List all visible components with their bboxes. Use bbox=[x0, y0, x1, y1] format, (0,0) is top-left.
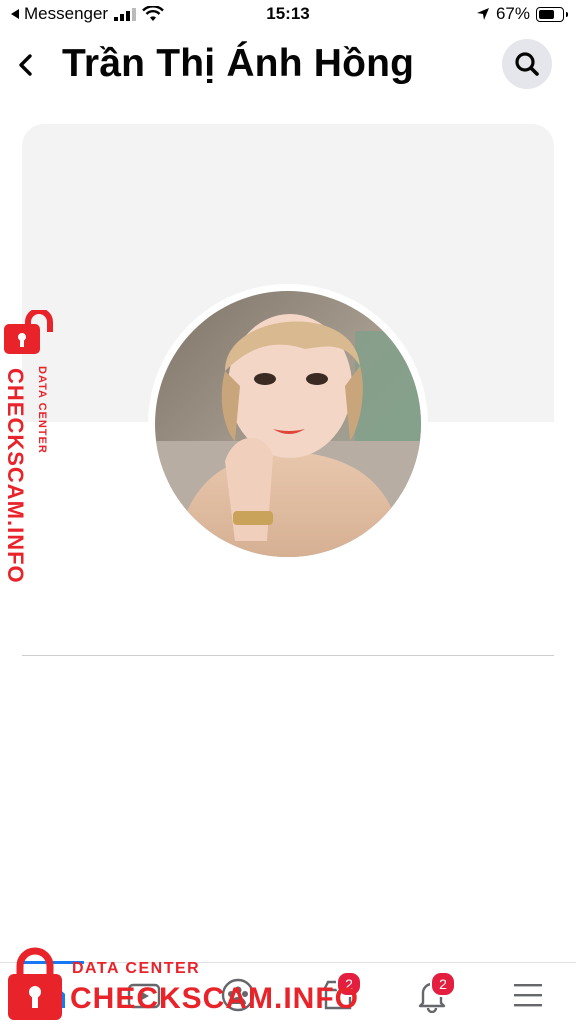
nav-menu[interactable] bbox=[498, 969, 558, 1021]
status-bar: Messenger 15:13 67% bbox=[0, 0, 576, 30]
back-button[interactable] bbox=[12, 48, 40, 82]
profile-picture-frame bbox=[148, 284, 428, 564]
profile-header: Trần Thị Ánh Hồng bbox=[0, 36, 576, 96]
nav-notifications[interactable]: 2 bbox=[402, 969, 462, 1021]
hamburger-menu-icon bbox=[514, 984, 542, 1007]
watermark-bottom-brand: CHECKSCAM.INFO bbox=[70, 982, 359, 1015]
search-icon bbox=[515, 52, 539, 76]
watermark-side-brand: CHECKSCAM.INFO bbox=[3, 368, 28, 584]
location-arrow-icon bbox=[476, 8, 489, 20]
status-right: 67% bbox=[476, 4, 568, 24]
profile-picture[interactable] bbox=[155, 291, 421, 557]
watermark-bottom-sub: DATA CENTER bbox=[72, 960, 201, 977]
battery-icon bbox=[536, 6, 568, 22]
notifications-badge: 2 bbox=[430, 971, 456, 997]
chevron-left-icon bbox=[19, 54, 32, 76]
avatar-photo-illustration bbox=[155, 291, 421, 557]
section-divider bbox=[22, 655, 554, 656]
padlock-logo-icon bbox=[4, 308, 53, 354]
battery-fill bbox=[539, 9, 554, 19]
search-button[interactable] bbox=[502, 39, 552, 89]
page-title: Trần Thị Ánh Hồng bbox=[62, 42, 415, 85]
home-icon bbox=[39, 982, 65, 1008]
battery-percentage: 67% bbox=[495, 4, 530, 23]
watermark-side-sub: DATA CENTER bbox=[36, 366, 48, 454]
